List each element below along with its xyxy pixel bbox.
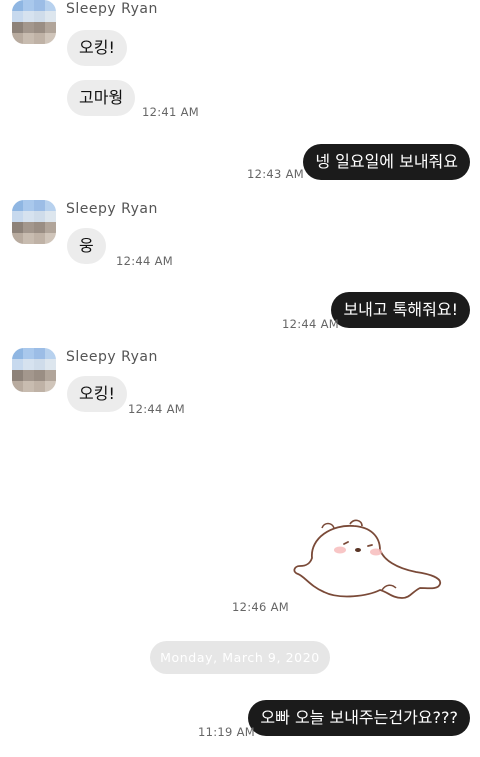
contact-name: Sleepy Ryan — [66, 349, 158, 365]
message-timestamp: 11:19 AM — [198, 725, 255, 739]
message-timestamp: 12:44 AM — [282, 317, 339, 331]
contact-name: Sleepy Ryan — [66, 201, 158, 217]
message-bubble-incoming[interactable]: 오킹! — [67, 30, 127, 66]
message-bubble-incoming[interactable]: 오킹! — [67, 376, 127, 412]
sleepy-bear-lying-sticker[interactable] — [292, 518, 444, 606]
message-bubble-incoming[interactable]: 고마웡 — [67, 80, 136, 116]
message-bubble-outgoing[interactable]: 넹 일요일에 보내줘요 — [303, 144, 470, 180]
date-divider: Monday, March 9, 2020 — [150, 641, 330, 674]
chat-log: Sleepy Ryan 오킹! 고마웡 12:41 AM 넹 일요일에 보내줘요… — [0, 0, 480, 757]
message-timestamp: 12:44 AM — [128, 402, 185, 416]
message-timestamp: 12:46 AM — [232, 600, 289, 614]
message-bubble-outgoing[interactable]: 오빠 오늘 보내주는건가요??? — [248, 700, 470, 736]
contact-avatar[interactable] — [12, 348, 56, 392]
contact-avatar[interactable] — [12, 0, 56, 44]
message-bubble-incoming[interactable]: 웅 — [67, 228, 106, 264]
message-timestamp: 12:43 AM — [247, 167, 304, 181]
message-timestamp: 12:41 AM — [142, 105, 199, 119]
message-bubble-outgoing[interactable]: 보내고 톡해줘요! — [331, 292, 470, 328]
contact-name: Sleepy Ryan — [66, 1, 158, 17]
message-timestamp: 12:44 AM — [116, 254, 173, 268]
contact-avatar[interactable] — [12, 200, 56, 244]
